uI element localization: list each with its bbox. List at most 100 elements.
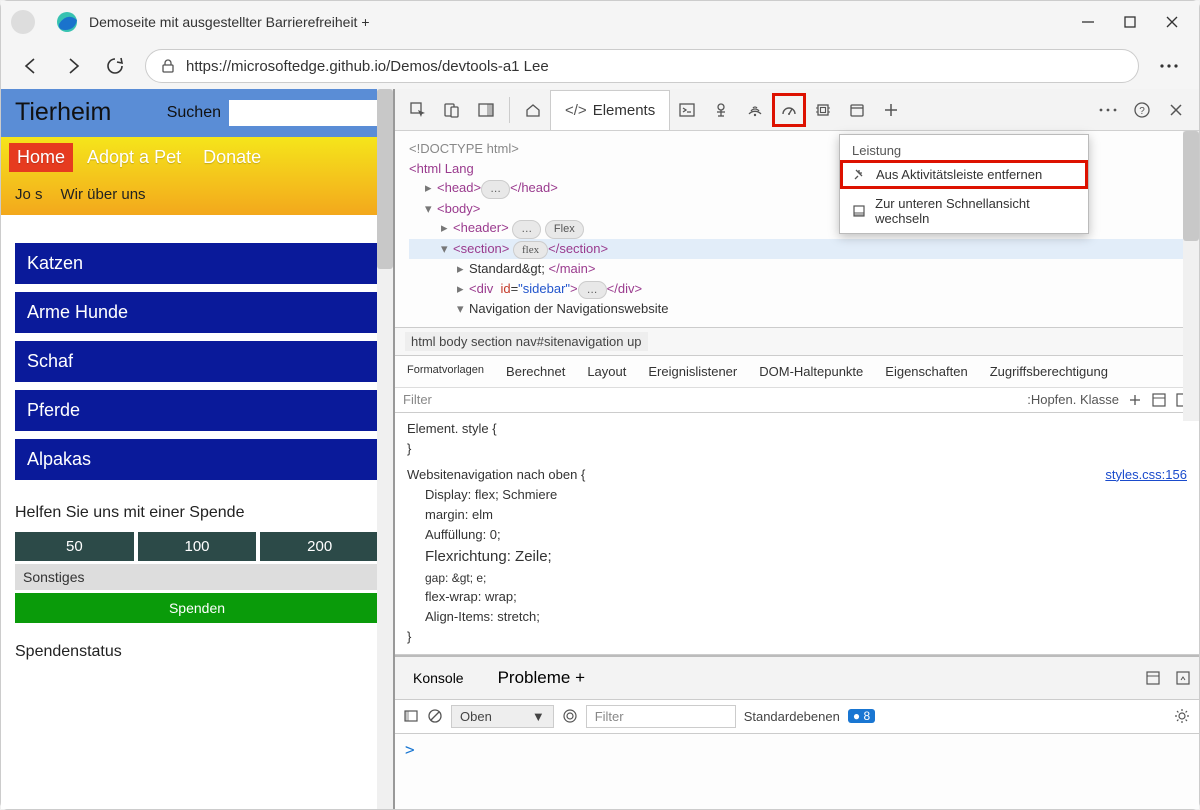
donate-amount-button[interactable]: 200 — [260, 532, 379, 561]
dom-attr-value: "sidebar" — [518, 281, 570, 296]
elements-tab[interactable]: </> Elements — [550, 90, 670, 130]
donate-amount-button[interactable]: 50 — [15, 532, 134, 561]
css-declaration[interactable]: flex-wrap: wrap; — [407, 587, 1187, 607]
address-bar[interactable]: https://microsoftedge.github.io/Demos/de… — [145, 49, 1139, 83]
performance-tab-icon[interactable] — [772, 93, 806, 127]
css-declaration[interactable]: Align-Items: stretch; — [407, 607, 1187, 627]
dom-div-close: </div> — [607, 281, 642, 296]
new-style-rule-icon[interactable] — [1127, 392, 1143, 408]
window-minimize-button[interactable] — [1081, 15, 1095, 29]
donate-submit-button[interactable]: Spenden — [15, 593, 379, 623]
console-tab-icon[interactable] — [670, 93, 704, 127]
css-declaration[interactable]: Auffüllung: 0; — [407, 525, 1187, 545]
category-item[interactable]: Pferde — [15, 390, 379, 431]
dom-attr-name: id — [500, 281, 510, 296]
donate-amount-button[interactable]: 100 — [138, 532, 257, 561]
tab-dom-breakpoints[interactable]: DOM-Haltepunkte — [759, 364, 863, 379]
dom-nav-text: Navigation der Navigationswebsite — [469, 301, 668, 316]
category-item[interactable]: Katzen — [15, 243, 379, 284]
network-tab-icon[interactable] — [738, 93, 772, 127]
css-declaration[interactable]: margin: elm — [407, 505, 1187, 525]
context-selector[interactable]: Oben▼ — [451, 705, 554, 728]
dock-side-icon[interactable] — [469, 93, 503, 127]
other-amount-label[interactable]: Sonstiges — [15, 564, 379, 590]
tab-properties[interactable]: Eigenschaften — [885, 364, 967, 379]
nav-adopt[interactable]: Adopt a Pet — [79, 143, 189, 172]
context-menu-move-label: Zur unteren Schnellansicht wechseln — [875, 196, 1076, 226]
profile-avatar[interactable] — [11, 10, 35, 34]
drawer-tab-problems[interactable]: Probleme + — [488, 661, 595, 695]
log-levels-selector[interactable]: Standardebenen — [744, 709, 840, 724]
issues-count-badge[interactable]: ● 8 — [848, 709, 875, 723]
devtools-toolbar: </> Elements ? — [395, 89, 1199, 131]
console-settings-icon[interactable] — [1173, 707, 1191, 725]
tab-layout[interactable]: Layout — [587, 364, 626, 379]
close-devtools-icon[interactable] — [1159, 93, 1193, 127]
clear-console-icon[interactable] — [427, 708, 443, 724]
devtools-more-icon[interactable] — [1091, 93, 1125, 127]
window-maximize-button[interactable] — [1123, 15, 1137, 29]
styles-filter-input[interactable]: Filter — [403, 392, 1027, 407]
dom-body: <body> — [437, 201, 480, 216]
context-menu-move[interactable]: Zur unteren Schnellansicht wechseln — [840, 189, 1088, 233]
window-close-button[interactable] — [1165, 15, 1179, 29]
dom-head-close: </head> — [510, 180, 558, 195]
search-input[interactable] — [229, 100, 379, 126]
help-icon[interactable]: ? — [1125, 93, 1159, 127]
context-menu-remove[interactable]: Aus Aktivitätsleiste entfernen — [840, 160, 1088, 189]
drawer-expand-icon[interactable] — [1175, 670, 1191, 686]
css-declaration[interactable]: gap: &gt; e; — [407, 569, 1187, 588]
brace-close: } — [407, 439, 1187, 459]
add-tab-button[interactable] — [874, 93, 908, 127]
category-item[interactable]: Arme Hunde — [15, 292, 379, 333]
nav-home[interactable]: Home — [9, 143, 73, 172]
flex-badge[interactable]: flex — [513, 241, 548, 260]
welcome-tab-icon[interactable] — [516, 93, 550, 127]
dom-main-close: </main> — [549, 261, 596, 276]
drawer-tab-console[interactable]: Konsole — [403, 663, 474, 693]
page-scrollbar[interactable] — [377, 89, 393, 809]
context-menu-header: Leistung — [840, 135, 1088, 160]
tab-styles[interactable]: Formatvorlagen — [407, 364, 484, 379]
device-emulation-icon[interactable] — [435, 93, 469, 127]
category-item[interactable]: Schaf — [15, 341, 379, 382]
element-style-selector: Element. style { — [407, 419, 1187, 439]
reload-button[interactable] — [103, 54, 127, 78]
dom-section: <section> — [453, 241, 509, 256]
memory-tab-icon[interactable] — [806, 93, 840, 127]
nav-donate[interactable]: Donate — [195, 143, 269, 172]
css-declaration[interactable]: Flexrichtung: Zeile; — [407, 545, 1187, 568]
console-prompt[interactable]: > — [395, 734, 1199, 765]
dom-scrollbar[interactable] — [1183, 131, 1199, 421]
nav-about[interactable]: Wir über uns — [55, 184, 152, 205]
hov-toggle[interactable]: :Hopfen. Klasse — [1027, 392, 1119, 407]
sources-tab-icon[interactable] — [704, 93, 738, 127]
styles-pane[interactable]: Element. style { } styles.css:156 Websit… — [395, 413, 1199, 655]
tab-accessibility[interactable]: Zugriffsberechtigung — [990, 364, 1108, 379]
browser-tab-title[interactable]: Demoseite mit ausgestellter Barrierefrei… — [89, 14, 1081, 30]
category-item[interactable]: Alpakas — [15, 439, 379, 480]
application-tab-icon[interactable] — [840, 93, 874, 127]
drawer-dock-icon[interactable] — [1145, 670, 1161, 686]
nav-jos[interactable]: Jo s — [9, 184, 49, 205]
move-bottom-icon — [852, 204, 867, 218]
ellipsis-pill: … — [578, 281, 607, 300]
breadcrumb-text: html body section nav#sitenavigation up — [405, 332, 648, 351]
live-expression-icon[interactable] — [562, 708, 578, 724]
tab-context-menu: Leistung Aus Aktivitätsleiste entfernen … — [839, 134, 1089, 234]
dom-breadcrumb[interactable]: html body section nav#sitenavigation up — [395, 327, 1199, 356]
dom-doctype: <!DOCTYPE html> — [409, 141, 519, 156]
tab-computed[interactable]: Berechnet — [506, 364, 565, 379]
source-link[interactable]: styles.css:156 — [1105, 465, 1187, 485]
inspect-element-icon[interactable] — [401, 93, 435, 127]
more-menu-button[interactable] — [1157, 54, 1181, 78]
context-label: Oben — [460, 709, 492, 724]
css-declaration[interactable]: Display: flex; Schmiere — [407, 485, 1187, 505]
computed-sidebar-icon[interactable] — [1151, 392, 1167, 408]
back-button[interactable] — [19, 54, 43, 78]
console-filter-input[interactable]: Filter — [586, 705, 736, 728]
toggle-sidebar-icon[interactable] — [403, 708, 419, 724]
tab-listeners[interactable]: Ereignislistener — [648, 364, 737, 379]
forward-button[interactable] — [61, 54, 85, 78]
flex-badge[interactable]: Flex — [545, 220, 584, 239]
